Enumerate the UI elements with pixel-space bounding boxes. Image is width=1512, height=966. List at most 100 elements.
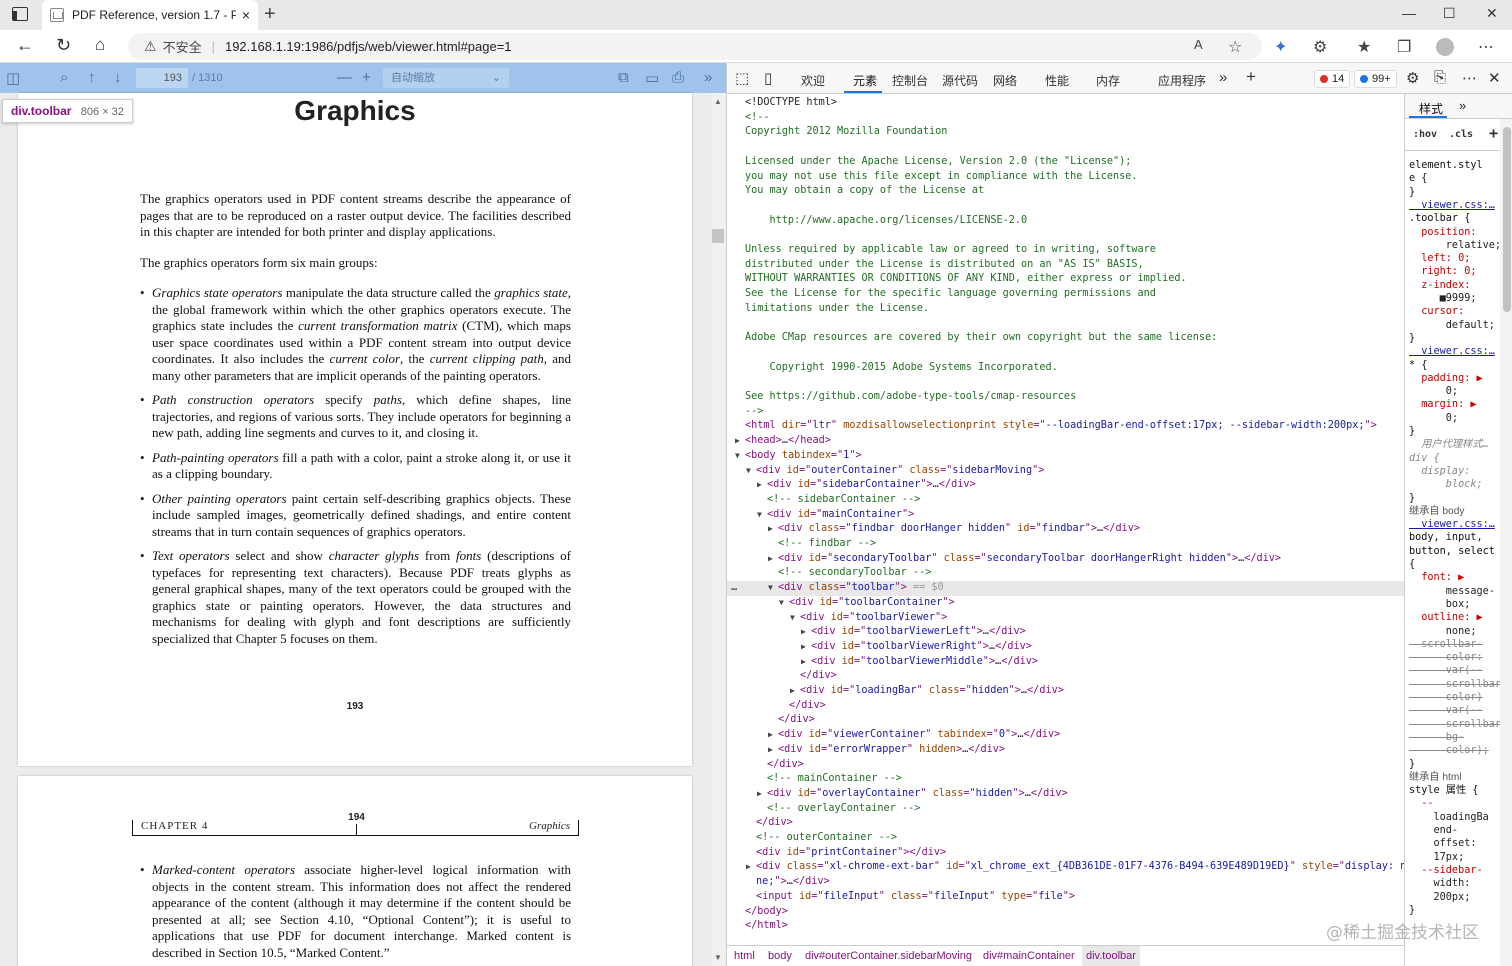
dom-node[interactable]: ▼ <div id="toolbarContainer"> xyxy=(727,596,1404,611)
new-tab-button[interactable]: + xyxy=(264,3,276,26)
scroll-up-icon[interactable]: ▲ xyxy=(714,97,722,106)
settings-icon[interactable]: ⚙ xyxy=(1406,69,1419,87)
dom-node[interactable]: <div id="printContainer"></div> xyxy=(727,846,1404,861)
dom-node[interactable]: ▶ <div id="sidebarContainer">…</div> xyxy=(727,478,1404,493)
dom-node[interactable] xyxy=(727,199,1404,214)
collapsed-arrow-icon[interactable]: ▶ xyxy=(768,728,773,743)
collapsed-arrow-icon[interactable]: ▶ xyxy=(790,684,795,699)
customize-icon[interactable]: ⋯ xyxy=(1462,69,1477,87)
collapsed-arrow-icon[interactable]: ▶ xyxy=(768,743,773,758)
expanded-arrow-icon[interactable]: ▼ xyxy=(768,581,773,596)
dom-node[interactable]: See the License for the specific languag… xyxy=(727,287,1404,302)
dom-node[interactable]: ▶ <div class="xl-chrome-ext-bar" id="xl_c… xyxy=(727,860,1404,875)
next-page-icon[interactable]: ↓ xyxy=(114,69,122,86)
hover-state-toggle[interactable]: :hov xyxy=(1413,129,1437,140)
insecure-label[interactable]: 不安全 xyxy=(163,37,202,56)
dom-node[interactable] xyxy=(727,317,1404,332)
expanded-arrow-icon[interactable]: ▼ xyxy=(735,449,740,464)
class-toggle[interactable]: .cls xyxy=(1449,129,1473,140)
node-actions-icon[interactable]: … xyxy=(731,581,737,596)
zoom-out-icon[interactable]: — xyxy=(337,69,352,86)
home-icon[interactable]: ⌂ xyxy=(95,35,105,55)
zoom-in-icon[interactable]: + xyxy=(362,69,371,86)
warning-icon[interactable]: ⚠ xyxy=(144,38,157,55)
open-file-icon[interactable]: ▭ xyxy=(645,69,659,87)
extensions-icon[interactable]: ⚙ xyxy=(1313,37,1327,57)
inspect-element-icon[interactable]: ⬚ xyxy=(735,69,749,87)
expanded-arrow-icon[interactable]: ▼ xyxy=(746,464,751,479)
dom-node[interactable]: ▼ <div id="outerContainer" class="sidebar… xyxy=(727,464,1404,479)
stylesheet-link[interactable]: viewer.css:… xyxy=(1409,518,1499,531)
presentation-mode-icon[interactable]: ⧉ xyxy=(618,69,629,86)
dom-node[interactable]: ne;">…</div> xyxy=(727,875,1404,890)
more-tabs-icon[interactable]: » xyxy=(1459,98,1466,113)
dock-icon[interactable]: ⎘ xyxy=(1434,69,1446,86)
collapsed-arrow-icon[interactable]: ▶ xyxy=(801,640,806,655)
favorites-icon[interactable]: ★ xyxy=(1357,37,1371,57)
dom-node[interactable]: Copyright 1990-2015 Adobe Systems Incorp… xyxy=(727,361,1404,376)
tab-sources[interactable]: 源代码 xyxy=(942,72,978,89)
breadcrumb-item[interactable]: body xyxy=(768,946,792,966)
dom-node[interactable]: <html dir="ltr" mozdisallowselectionprin… xyxy=(727,419,1404,434)
stylesheet-link[interactable]: viewer.css:… xyxy=(1409,199,1499,212)
scroll-down-icon[interactable]: ▼ xyxy=(714,953,722,962)
dom-node[interactable] xyxy=(727,228,1404,243)
dom-node[interactable]: you may not use this file except in comp… xyxy=(727,170,1404,185)
dom-node[interactable]: ▶ <div id="viewerContainer" tabindex="0">… xyxy=(727,728,1404,743)
url-text[interactable]: 192.168.1.19:1986/pdfjs/web/viewer.html#… xyxy=(225,39,512,54)
more-tabs-icon[interactable]: » xyxy=(1219,69,1227,86)
expanded-arrow-icon[interactable]: ▼ xyxy=(757,508,762,523)
print-icon[interactable]: ⎙ xyxy=(672,69,684,86)
dom-node[interactable]: <!-- xyxy=(727,111,1404,126)
dom-node[interactable]: Adobe CMap resources are covered by thei… xyxy=(727,331,1404,346)
collapsed-arrow-icon[interactable]: ▶ xyxy=(757,478,762,493)
dom-node[interactable]: ▼ <div id="mainContainer"> xyxy=(727,508,1404,523)
new-rule-icon[interactable]: + xyxy=(1489,124,1498,142)
find-icon[interactable]: ⌕ xyxy=(60,69,68,86)
back-icon[interactable]: ← xyxy=(16,35,34,56)
refresh-icon[interactable]: ↻ xyxy=(56,35,71,56)
tab-close-icon[interactable]: × xyxy=(242,7,250,23)
tab-actions-icon[interactable] xyxy=(12,7,28,21)
sidebar-toggle-icon[interactable]: ◫ xyxy=(6,69,20,87)
browser-tab[interactable]: PDF Reference, version 1.7 - PDF × xyxy=(42,0,258,30)
close-devtools-icon[interactable]: ✕ xyxy=(1488,69,1501,87)
breadcrumb-item[interactable]: div#mainContainer xyxy=(983,946,1075,966)
tab-console[interactable]: 控制台 xyxy=(892,72,928,89)
collapsed-arrow-icon[interactable]: ▶ xyxy=(746,860,751,875)
dom-node[interactable]: ▶ <div id="toolbarViewerLeft">…</div> xyxy=(727,625,1404,640)
dom-node[interactable]: ▶ <div id="toolbarViewerRight">…</div> xyxy=(727,640,1404,655)
extension-icon[interactable]: ✦ xyxy=(1274,37,1287,57)
dom-node[interactable]: See https://github.com/adobe-type-tools/… xyxy=(727,390,1404,405)
stylesheet-link[interactable]: viewer.css:… xyxy=(1409,345,1499,358)
pdf-scrollbar[interactable]: ▲ ▼ xyxy=(711,93,726,966)
dom-node[interactable]: <input id="fileInput" class="fileInput" … xyxy=(727,890,1404,905)
dom-node[interactable]: Unless required by applicable law or agr… xyxy=(727,243,1404,258)
message-count-badge[interactable]: 99+ xyxy=(1354,70,1397,88)
dom-node[interactable]: ▶ <div class="findbar doorHanger hidden" … xyxy=(727,522,1404,537)
dom-node[interactable]: </div> xyxy=(727,816,1404,831)
expanded-arrow-icon[interactable]: ▼ xyxy=(779,596,784,611)
dom-node[interactable]: ▶ <div id="loadingBar" class="hidden">…</… xyxy=(727,684,1404,699)
dom-node[interactable]: --> xyxy=(727,405,1404,420)
tab-welcome[interactable]: 欢迎 xyxy=(801,72,825,89)
dom-node[interactable]: ▶ <div id="errorWrapper" hidden>…</div> xyxy=(727,743,1404,758)
dom-node[interactable]: <!-- findbar --> xyxy=(727,537,1404,552)
dom-node-selected[interactable]: … ▼ <div class="toolbar"> == $0 xyxy=(727,581,1404,596)
dom-node[interactable]: WITHOUT WARRANTIES OR CONDITIONS OF ANY … xyxy=(727,272,1404,287)
previous-page-icon[interactable]: ↑ xyxy=(88,69,96,86)
dom-node[interactable]: ▼ <body tabindex="1"> xyxy=(727,449,1404,464)
more-menu-icon[interactable]: ⋯ xyxy=(1478,37,1494,57)
dom-node[interactable]: <!-- outerContainer --> xyxy=(727,831,1404,846)
scrollbar-thumb[interactable] xyxy=(712,229,724,243)
dom-node[interactable]: ▶ <div id="toolbarViewerMiddle">…</div> xyxy=(727,655,1404,670)
dom-node[interactable] xyxy=(727,375,1404,390)
maximize-icon[interactable]: ☐ xyxy=(1443,5,1456,22)
dom-node[interactable]: </div> xyxy=(727,699,1404,714)
dom-node[interactable]: <!-- overlayContainer --> xyxy=(727,802,1404,817)
dom-node[interactable]: Copyright 2012 Mozilla Foundation xyxy=(727,125,1404,140)
dom-node[interactable]: </div> xyxy=(727,669,1404,684)
tab-styles[interactable]: 样式 xyxy=(1419,100,1443,117)
dom-tree[interactable]: <!DOCTYPE html> <!-- Copyright 2012 Mozill… xyxy=(727,94,1404,948)
tab-network[interactable]: 网络 xyxy=(993,72,1017,89)
